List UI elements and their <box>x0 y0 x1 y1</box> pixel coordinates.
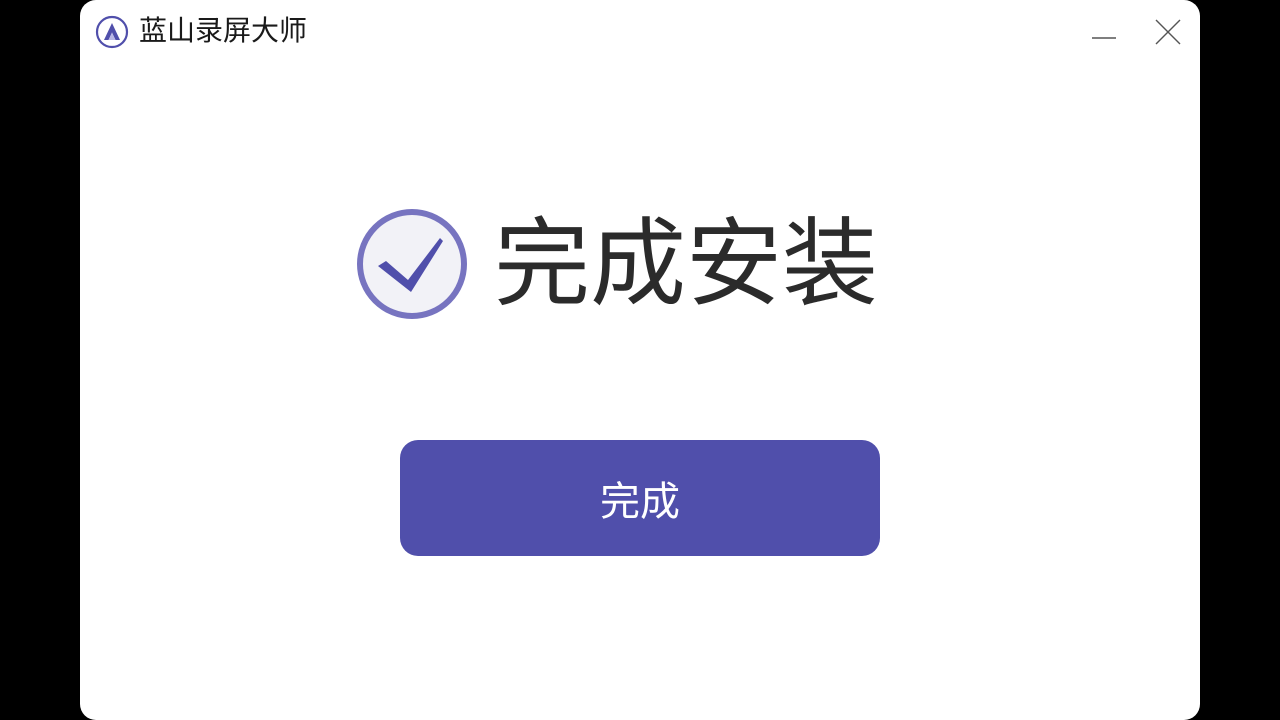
install-complete-title: 完成安装 <box>494 208 878 320</box>
installer-window: 蓝山录屏大师 完成安装 完成 <box>80 0 1200 720</box>
app-logo-icon <box>95 15 129 49</box>
minimize-button[interactable] <box>1086 14 1122 50</box>
check-circle-icon <box>356 208 468 320</box>
finish-button[interactable]: 完成 <box>400 440 880 556</box>
close-icon <box>1150 14 1186 50</box>
title-bar: 蓝山录屏大师 <box>80 0 1200 64</box>
minimize-icon <box>1086 14 1122 50</box>
close-button[interactable] <box>1150 14 1186 50</box>
app-title: 蓝山录屏大师 <box>139 14 308 47</box>
